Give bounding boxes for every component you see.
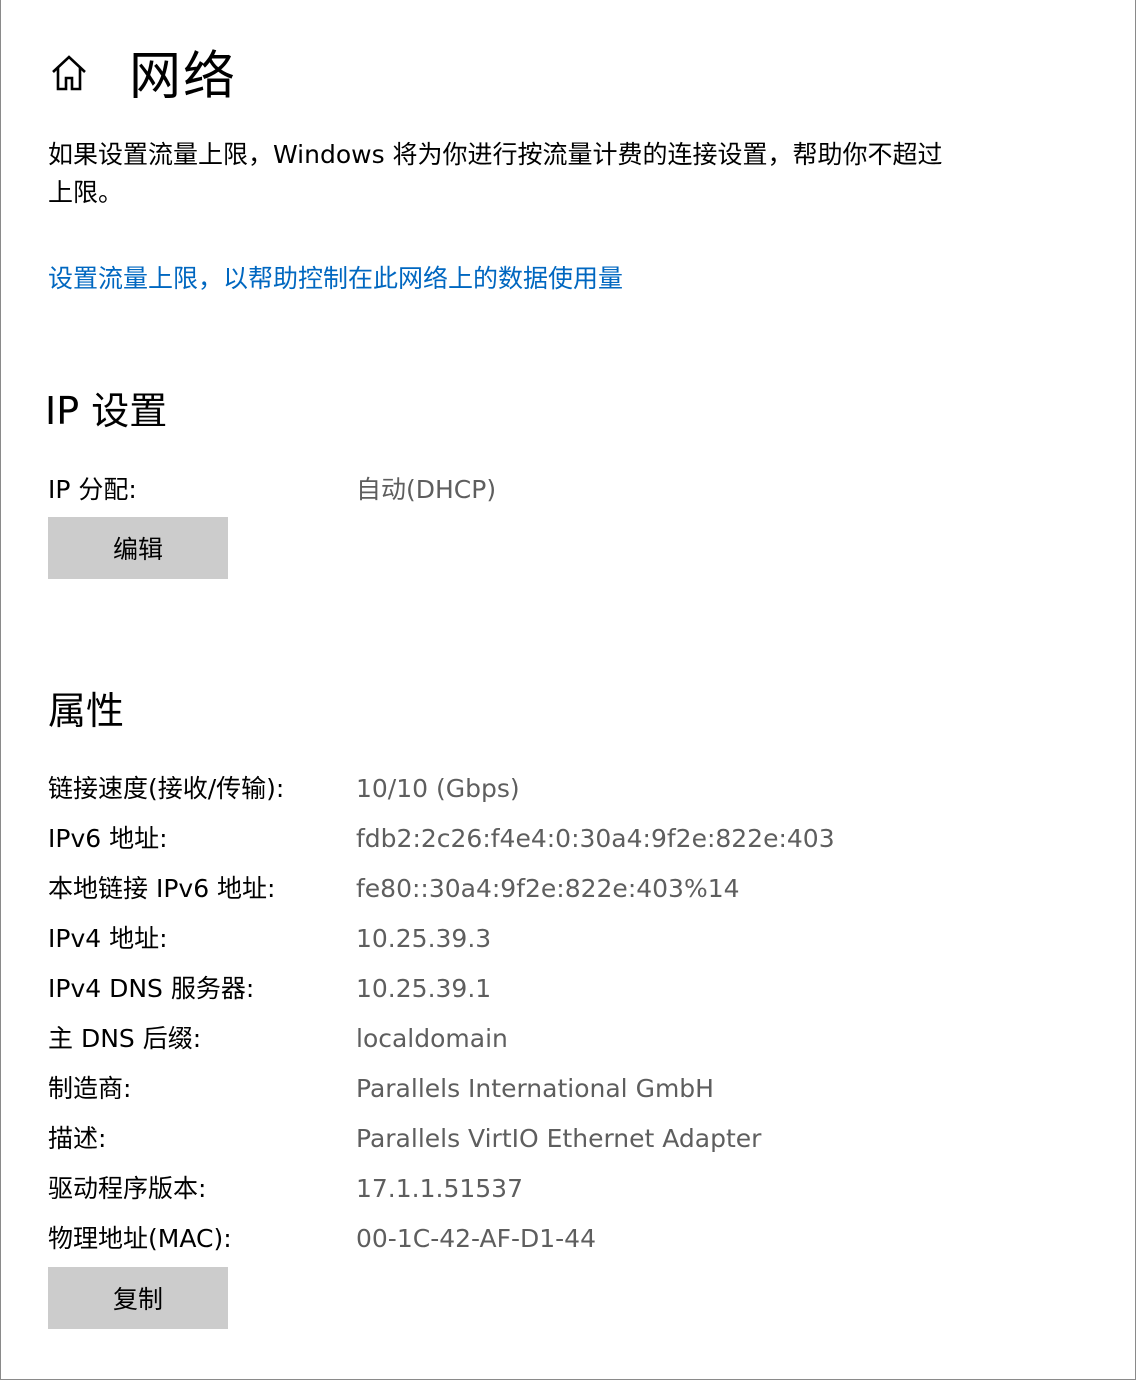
property-label: 本地链接 IPv6 地址: — [48, 874, 276, 903]
properties-title: 属性 — [48, 689, 125, 733]
page-header: 网络 — [47, 36, 238, 107]
property-row-description: 描述: Parallels VirtIO Ethernet Adapter — [1, 1120, 1135, 1170]
ip-assignment-value: 自动(DHCP) — [356, 475, 497, 504]
property-value: 10.25.39.3 — [356, 924, 492, 953]
property-row-manufacturer: 制造商: Parallels International GmbH — [1, 1070, 1135, 1120]
property-label: 主 DNS 后缀: — [48, 1024, 202, 1053]
property-value: localdomain — [356, 1024, 508, 1053]
property-label: 链接速度(接收/传输): — [48, 774, 285, 803]
property-value: fdb2:2c26:f4e4:0:30a4:9f2e:822e:403 — [356, 824, 835, 853]
property-value: 17.1.1.51537 — [356, 1174, 523, 1203]
property-label: IPv4 地址: — [48, 924, 168, 953]
property-row-ipv4: IPv4 地址: 10.25.39.3 — [1, 920, 1135, 970]
property-row-link-local-ipv6: 本地链接 IPv6 地址: fe80::30a4:9f2e:822e:403%1… — [1, 870, 1135, 920]
property-value: fe80::30a4:9f2e:822e:403%14 — [356, 874, 740, 903]
property-row-ipv4-dns: IPv4 DNS 服务器: 10.25.39.1 — [1, 970, 1135, 1020]
ip-assignment-label: IP 分配: — [48, 475, 137, 504]
property-value: 00-1C-42-AF-D1-44 — [356, 1224, 596, 1253]
property-label: IPv6 地址: — [48, 824, 168, 853]
property-row-ipv6: IPv6 地址: fdb2:2c26:f4e4:0:30a4:9f2e:822e… — [1, 820, 1135, 870]
edit-button[interactable]: 编辑 — [48, 517, 228, 579]
property-row-mac: 物理地址(MAC): 00-1C-42-AF-D1-44 — [1, 1220, 1135, 1270]
property-label: 物理地址(MAC): — [48, 1224, 232, 1253]
property-label: 制造商: — [48, 1074, 132, 1103]
home-icon[interactable] — [47, 51, 91, 95]
property-value: 10.25.39.1 — [356, 974, 492, 1003]
property-row-driver-version: 驱动程序版本: 17.1.1.51537 — [1, 1170, 1135, 1220]
ip-settings-title: IP 设置 — [45, 389, 168, 433]
property-label: IPv4 DNS 服务器: — [48, 974, 255, 1003]
metered-description: 如果设置流量上限，Windows 将为你进行按流量计费的连接设置，帮助你不超过上… — [48, 140, 943, 207]
property-label: 驱动程序版本: — [48, 1174, 207, 1203]
set-data-limit-link[interactable]: 设置流量上限，以帮助控制在此网络上的数据使用量 — [48, 259, 623, 295]
property-value: 10/10 (Gbps) — [356, 774, 520, 803]
property-value: Parallels VirtIO Ethernet Adapter — [356, 1124, 762, 1153]
property-row-link-speed: 链接速度(接收/传输): 10/10 (Gbps) — [1, 770, 1135, 820]
property-label: 描述: — [48, 1124, 107, 1153]
copy-button[interactable]: 复制 — [48, 1267, 228, 1329]
property-row-dns-suffix: 主 DNS 后缀: localdomain — [1, 1020, 1135, 1070]
page-title: 网络 — [129, 46, 238, 107]
property-value: Parallels International GmbH — [356, 1074, 714, 1103]
properties-list: 链接速度(接收/传输): 10/10 (Gbps) IPv6 地址: fdb2:… — [1, 770, 1135, 1270]
